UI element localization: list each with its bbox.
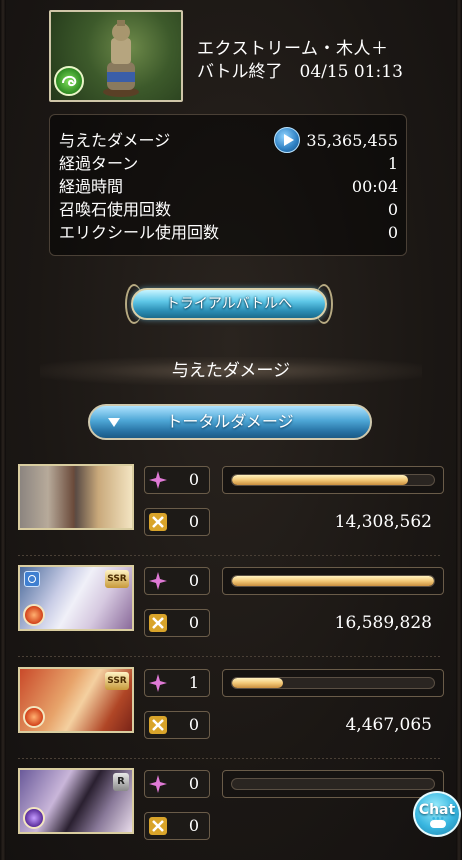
crossed-swords-icon (149, 817, 167, 835)
skill-count: 1 (188, 673, 199, 692)
stat-row-time: 経過時間 00:04 (59, 175, 398, 198)
stat-label: 経過時間 (59, 177, 124, 196)
ca-count: 0 (188, 512, 199, 531)
dark-element-icon (23, 807, 45, 829)
rarity-badge: R (113, 773, 129, 791)
right-frame (456, 0, 462, 860)
damage-gauge (222, 770, 444, 798)
character-portrait[interactable]: R (18, 768, 134, 834)
gauge-track (231, 575, 435, 587)
character-row: SSR 1 0 4,467,065 (18, 667, 444, 759)
gauge-fill (232, 576, 434, 586)
skill-count-badge: 0 (144, 567, 210, 595)
divider (18, 656, 442, 657)
ca-count-badge: 0 (144, 711, 210, 739)
skill-count: 0 (188, 571, 199, 590)
gauge-track (231, 677, 435, 689)
fire-element-icon (23, 706, 45, 728)
fire-element-icon (23, 604, 45, 626)
play-icon[interactable] (274, 127, 300, 153)
damage-value: 4,467,065 (345, 715, 432, 735)
trial-battle-label: トライアルバトルへ (165, 296, 293, 312)
stat-value: 35,365,455 (306, 131, 398, 150)
stat-value: 1 (387, 154, 398, 173)
sparkle-icon (149, 674, 167, 692)
trial-battle-button[interactable]: トライアルバトルへ (125, 284, 333, 324)
dropdown-label: トータルダメージ (166, 412, 294, 431)
crossed-swords-icon (149, 513, 167, 531)
ca-count-badge: 0 (144, 508, 210, 536)
wind-element-icon (54, 66, 84, 96)
sparkle-icon (149, 471, 167, 489)
divider (18, 758, 442, 759)
wooden-dummy-icon (103, 20, 139, 97)
stat-label: 与えたダメージ (59, 131, 171, 150)
stat-value: 00:04 (351, 177, 398, 196)
stat-label: 召喚石使用回数 (59, 200, 172, 219)
stat-row-damage: 与えたダメージ 35,365,455 (59, 127, 398, 153)
chat-button[interactable]: Chat (413, 791, 461, 837)
rarity-badge: SSR (105, 672, 129, 690)
sparkle-icon (149, 775, 167, 793)
character-row: R 0 0 (18, 768, 444, 854)
skill-count-badge: 1 (144, 669, 210, 697)
left-frame (0, 0, 6, 860)
stat-label: エリクシール使用回数 (59, 223, 220, 242)
ca-count-badge: 0 (144, 609, 210, 637)
ring-icon (24, 571, 40, 587)
gauge-track (231, 474, 435, 486)
skill-count-badge: 0 (144, 770, 210, 798)
sparkle-icon (149, 572, 167, 590)
speech-bubble-icon (430, 815, 446, 828)
skill-count-badge: 0 (144, 466, 210, 494)
ca-count: 0 (188, 816, 199, 835)
battle-end-time: バトル終了 04/15 01:13 (197, 62, 403, 82)
total-damage-dropdown[interactable]: トータルダメージ (88, 404, 372, 440)
rarity-badge: SSR (105, 570, 129, 588)
stat-row-elixir: エリクシール使用回数 0 (59, 221, 398, 244)
gauge-fill (232, 475, 408, 485)
crossed-swords-icon (149, 614, 167, 632)
ca-count-badge: 0 (144, 812, 210, 840)
ca-count: 0 (188, 715, 199, 734)
stat-value: 0 (387, 200, 398, 219)
skill-count: 0 (188, 470, 199, 489)
gauge-track (231, 778, 435, 790)
damage-value: 14,308,562 (334, 512, 432, 532)
quest-thumbnail (49, 10, 183, 102)
skill-count: 0 (188, 774, 199, 793)
stat-row-turns: 経過ターン 1 (59, 152, 398, 175)
battle-stats-panel: 与えたダメージ 35,365,455 経過ターン 1 経過時間 00:04 召喚… (49, 114, 407, 256)
gauge-fill (232, 678, 283, 688)
damage-gauge (222, 466, 444, 494)
stat-label: 経過ターン (59, 154, 139, 173)
quest-title: エクストリーム・木人＋ (197, 39, 389, 59)
damage-value: 16,589,828 (334, 613, 432, 633)
divider (18, 555, 442, 556)
stat-value: 0 (387, 223, 398, 242)
damage-gauge (222, 567, 444, 595)
character-portrait[interactable]: SSR (18, 667, 134, 733)
section-title: 与えたダメージ (171, 361, 291, 381)
ca-count: 0 (188, 613, 199, 632)
character-portrait[interactable] (18, 464, 134, 530)
crossed-swords-icon (149, 716, 167, 734)
stat-row-summons: 召喚石使用回数 0 (59, 198, 398, 221)
character-portrait[interactable]: SSR (18, 565, 134, 631)
character-row: 0 0 14,308,562 (18, 464, 444, 556)
damage-gauge (222, 669, 444, 697)
character-row: SSR 0 0 16,589,828 (18, 565, 444, 657)
